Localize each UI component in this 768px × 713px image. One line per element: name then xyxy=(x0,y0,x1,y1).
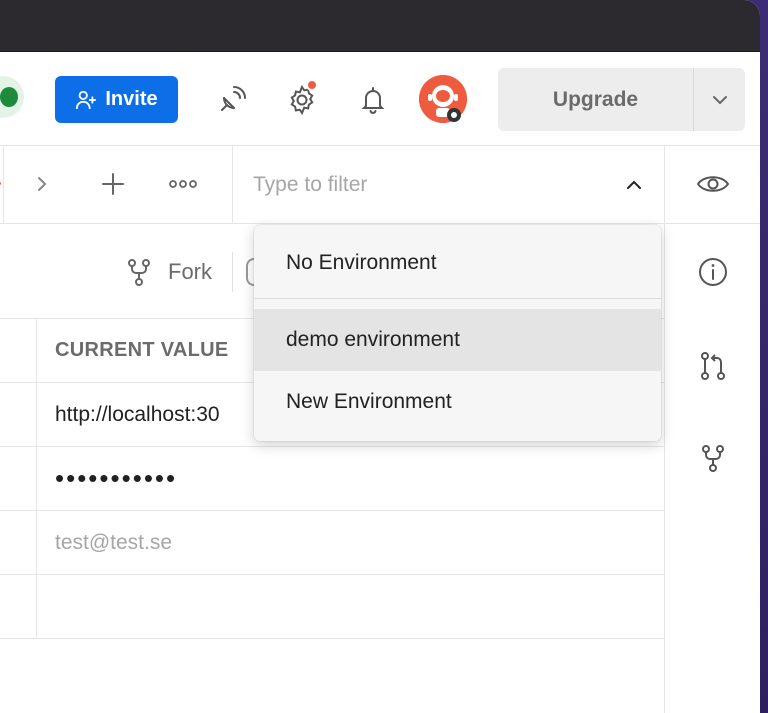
fork-button[interactable]: Fork xyxy=(124,254,212,290)
environment-quick-look xyxy=(664,146,760,224)
invite-button[interactable]: Invite xyxy=(55,76,178,123)
eye-icon xyxy=(696,176,730,192)
table-cell xyxy=(0,319,37,382)
title-bar xyxy=(0,0,760,52)
tab-bar xyxy=(0,146,760,224)
table-row: ••••••••••• xyxy=(0,447,664,511)
chevron-down-icon xyxy=(712,95,727,104)
current-value-cell[interactable]: http://localhost:30 xyxy=(55,383,220,446)
user-avatar[interactable] xyxy=(419,75,467,123)
chevron-right-icon xyxy=(38,177,47,191)
right-sidebar xyxy=(664,224,760,713)
tab-edge[interactable] xyxy=(0,146,4,224)
table-cell xyxy=(0,511,37,574)
upgrade-button[interactable]: Upgrade xyxy=(498,68,693,131)
table-row xyxy=(0,575,664,639)
more-horizontal-icon xyxy=(169,180,197,188)
environment-option-new[interactable]: New Environment xyxy=(254,371,661,433)
current-value-cell[interactable]: ••••••••••• xyxy=(55,447,177,510)
tab-options-button[interactable] xyxy=(165,166,201,202)
environment-filter-input[interactable] xyxy=(253,166,583,204)
forks-button[interactable] xyxy=(695,440,731,476)
tab-scroll-right-button[interactable] xyxy=(24,166,60,202)
pull-request-icon xyxy=(701,352,725,380)
environment-option-none[interactable]: No Environment xyxy=(254,232,661,294)
table-cell xyxy=(0,447,37,510)
tab-dot xyxy=(0,182,1,185)
satellite-icon xyxy=(221,86,246,111)
app-window: Invite Upgrade Type to filter Fork CURRE… xyxy=(0,0,760,713)
table-row: test@test.se xyxy=(0,511,664,575)
new-tab-button[interactable] xyxy=(95,166,131,202)
current-value-cell[interactable]: test@test.se xyxy=(55,511,172,574)
satellite-button[interactable] xyxy=(214,82,250,118)
chevron-up-icon xyxy=(627,180,641,189)
environment-collapse-button[interactable] xyxy=(617,168,651,202)
team-icon xyxy=(0,87,18,107)
invite-label: Invite xyxy=(105,88,158,110)
info-button[interactable] xyxy=(695,254,731,290)
quick-look-button[interactable] xyxy=(695,166,731,202)
header-bar: Invite Upgrade xyxy=(0,52,760,146)
pull-request-button[interactable] xyxy=(695,348,731,384)
toolbar-divider xyxy=(232,252,233,292)
table-cell xyxy=(0,575,37,638)
environment-dropdown: No Environment demo environment New Envi… xyxy=(254,225,661,441)
notifications-button[interactable] xyxy=(355,82,391,118)
bell-icon xyxy=(361,87,385,114)
dropdown-divider xyxy=(254,298,661,299)
notification-dot xyxy=(306,79,318,91)
environment-selector xyxy=(232,146,664,224)
fork-icon xyxy=(128,259,150,286)
upgrade-group: Upgrade xyxy=(498,68,745,131)
upgrade-menu-button[interactable] xyxy=(693,68,745,131)
info-icon xyxy=(699,258,727,286)
fork-label: Fork xyxy=(168,259,212,284)
fork-icon xyxy=(702,445,724,472)
environment-option-demo[interactable]: demo environment xyxy=(254,309,661,371)
add-user-icon xyxy=(76,90,97,109)
plus-icon xyxy=(102,173,124,195)
table-cell xyxy=(0,383,37,446)
settings-button[interactable] xyxy=(284,79,320,118)
team-avatar[interactable] xyxy=(0,76,24,118)
astronaut-avatar-icon xyxy=(419,75,467,123)
column-header-current-value: CURRENT VALUE xyxy=(55,339,229,361)
